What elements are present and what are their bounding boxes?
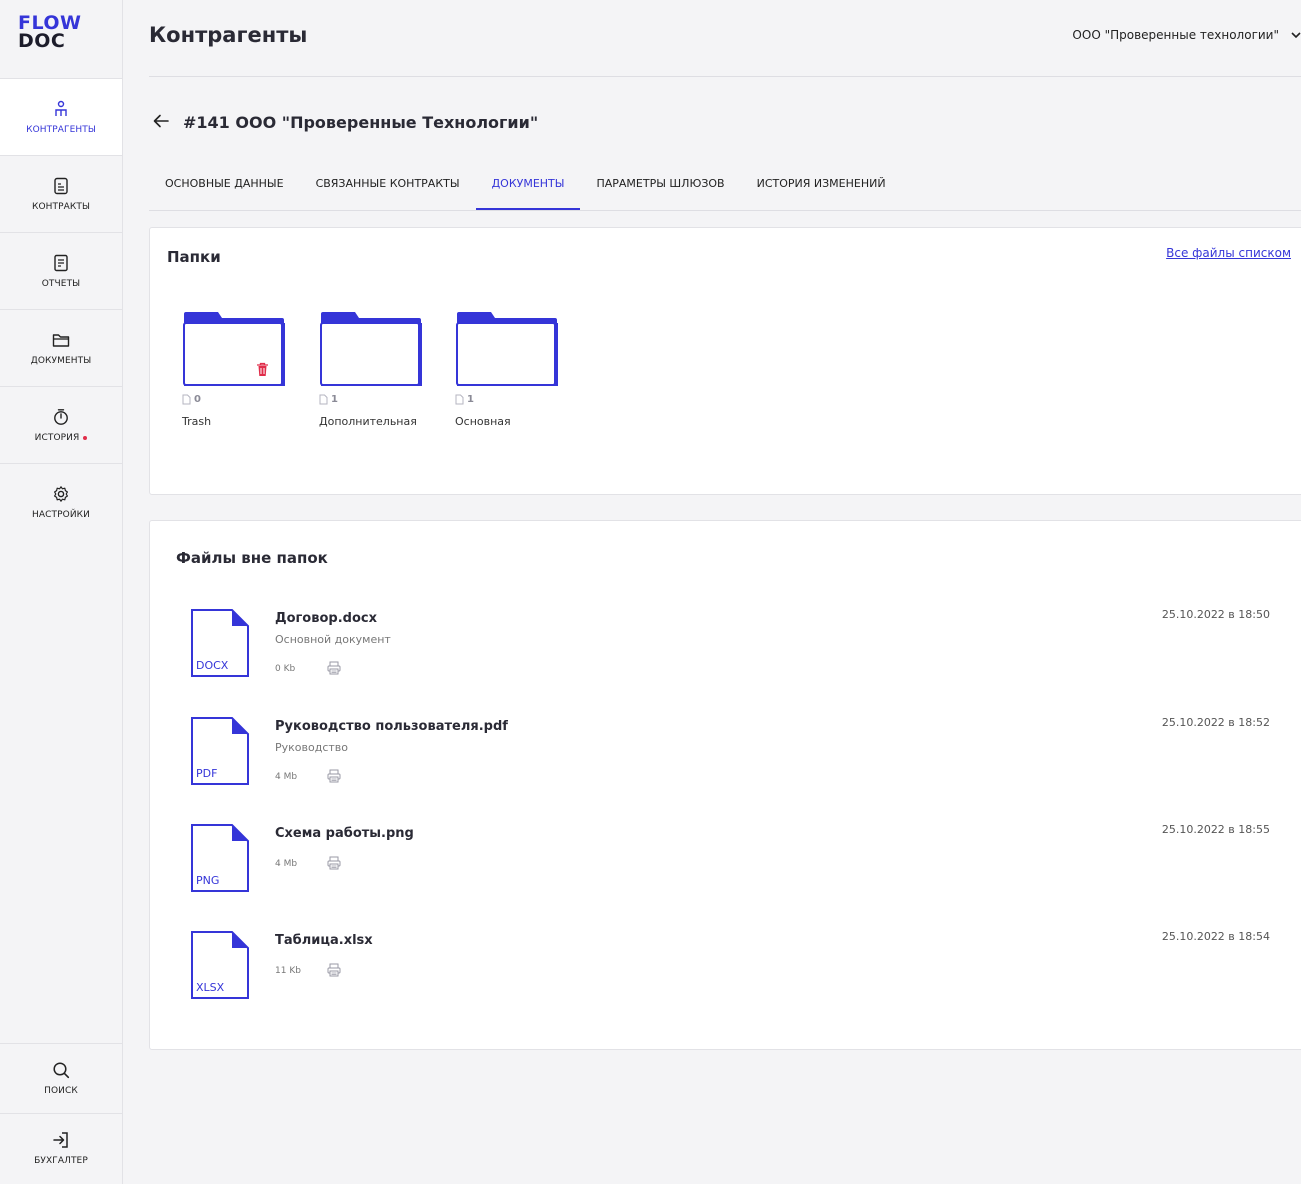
spreadsheet-file-icon: XLSX: [191, 931, 249, 999]
organization-select[interactable]: ООО "Проверенные технологии": [1072, 28, 1301, 42]
tab-change-history[interactable]: ИСТОРИЯ ИЗМЕНЕНИЙ: [741, 166, 902, 210]
file-icon: [319, 394, 328, 405]
file-row[interactable]: PDF Руководство пользователя.pdf Руковод…: [190, 716, 1270, 796]
folder-icon: [319, 310, 423, 388]
header-divider: [149, 76, 1301, 77]
sidebar-nav: КОНТРАГЕНТЫ КОНТРАКТЫ ОТЧЕТЫ ДОКУМЕНТЫ И…: [0, 78, 122, 540]
search-icon: [52, 1061, 70, 1079]
contract-icon: [52, 177, 70, 195]
folder-additional[interactable]: 1 Дополнительная: [319, 310, 429, 428]
file-date: 25.10.2022 в 18:52: [1161, 716, 1270, 729]
tab-main-data[interactable]: ОСНОВНЫЕ ДАННЫЕ: [149, 166, 300, 210]
folder-name: Дополнительная: [319, 415, 417, 428]
file-size: 4 Mb: [275, 859, 298, 869]
svg-text:PDF: PDF: [196, 767, 217, 780]
file-date: 25.10.2022 в 18:55: [1161, 823, 1270, 836]
sidebar: FLOW DOC КОНТРАГЕНТЫ КОНТРАКТЫ ОТЧЕТЫ ДО…: [0, 0, 123, 1184]
tabs: ОСНОВНЫЕ ДАННЫЕ СВЯЗАННЫЕ КОНТРАКТЫ ДОКУ…: [149, 166, 1301, 211]
sidebar-item-contracts[interactable]: КОНТРАКТЫ: [0, 155, 122, 232]
people-icon: [52, 100, 70, 118]
printer-icon[interactable]: [327, 768, 341, 783]
delete-icon[interactable]: [256, 362, 269, 381]
stopwatch-icon: [52, 408, 70, 426]
file-name: Договор.docx: [275, 611, 377, 626]
file-date: 25.10.2022 в 18:54: [1161, 930, 1270, 943]
folder-name: Основная: [455, 415, 511, 428]
file-size: 0 Kb: [275, 664, 296, 674]
svg-text:XLSX: XLSX: [196, 981, 225, 994]
tab-gateway-params[interactable]: ПАРАМЕТРЫ ШЛЮЗОВ: [580, 166, 740, 210]
folder-name: Trash: [182, 415, 212, 428]
folder-file-count: 1: [455, 394, 565, 405]
file-icon: [455, 394, 464, 405]
folder-file-count: 1: [319, 394, 429, 405]
folders-panel: Папки Все файлы списком 0 Trash 1 Дополн…: [149, 227, 1301, 495]
all-files-link[interactable]: Все файлы списком: [1166, 246, 1291, 260]
file-row[interactable]: XLSX Таблица.xlsx 11 Kb 25.10.2022 в 18:…: [190, 930, 1270, 1010]
folder-file-count: 0: [182, 394, 292, 405]
file-description: Основной документ: [275, 633, 391, 646]
folder-icon: [52, 331, 70, 349]
file-icon: [182, 394, 191, 405]
login-icon: [52, 1131, 70, 1149]
sidebar-bottom: ПОИСК БУХГАЛТЕР: [0, 1043, 122, 1183]
sidebar-item-reports[interactable]: ОТЧЕТЫ: [0, 232, 122, 309]
svg-text:PNG: PNG: [196, 874, 219, 887]
svg-text:DOCX: DOCX: [196, 659, 229, 672]
sidebar-item-settings[interactable]: НАСТРОЙКИ: [0, 463, 122, 540]
back-arrow-icon[interactable]: [153, 112, 169, 133]
folder-icon: [455, 310, 559, 388]
file-size: 4 Mb: [275, 772, 298, 782]
entity-header: #141 ООО "Проверенные Технологии": [153, 112, 538, 133]
file-name: Руководство пользователя.pdf: [275, 719, 508, 734]
file-name: Таблица.xlsx: [275, 933, 373, 948]
document-icon: DOCX: [191, 609, 249, 677]
document-icon: PDF: [191, 717, 249, 785]
gear-icon: [52, 485, 70, 503]
sidebar-item-documents[interactable]: ДОКУМЕНТЫ: [0, 309, 122, 386]
folder-main[interactable]: 1 Основная: [455, 310, 565, 428]
file-row[interactable]: PNG Схема работы.png 4 Mb 25.10.2022 в 1…: [190, 823, 1270, 903]
sidebar-item-user[interactable]: БУХГАЛТЕР: [0, 1113, 122, 1183]
organization-name: ООО "Проверенные технологии": [1072, 28, 1279, 42]
entity-title: #141 ООО "Проверенные Технологии": [183, 113, 539, 132]
file-name: Схема работы.png: [275, 826, 414, 841]
page-title: Контрагенты: [149, 23, 308, 47]
logo[interactable]: FLOW DOC: [18, 14, 82, 51]
file-date: 25.10.2022 в 18:50: [1161, 608, 1270, 621]
file-description: Руководство: [275, 741, 349, 754]
files-panel: Файлы вне папок DOCX Договор.docx Основн…: [149, 520, 1301, 1050]
report-icon: [52, 254, 70, 272]
chevron-down-icon: [1291, 28, 1301, 42]
printer-icon[interactable]: [327, 962, 341, 977]
printer-icon[interactable]: [327, 660, 341, 675]
folder-icon: [182, 310, 286, 388]
tab-documents[interactable]: ДОКУМЕНТЫ: [475, 166, 581, 210]
header: Контрагенты ООО "Проверенные технологии": [123, 0, 1301, 76]
tab-related-contracts[interactable]: СВЯЗАННЫЕ КОНТРАКТЫ: [300, 166, 476, 210]
image-file-icon: PNG: [191, 824, 249, 892]
file-size: 11 Kb: [275, 966, 301, 976]
file-row[interactable]: DOCX Договор.docx Основной документ 0 Kb…: [190, 608, 1270, 688]
sidebar-item-search[interactable]: ПОИСК: [0, 1043, 122, 1113]
notification-dot: [83, 435, 88, 440]
folders-title: Папки: [167, 248, 221, 266]
folder-trash[interactable]: 0 Trash: [182, 310, 292, 428]
sidebar-item-contractors[interactable]: КОНТРАГЕНТЫ: [0, 78, 122, 155]
printer-icon[interactable]: [327, 855, 341, 870]
files-title: Файлы вне папок: [176, 549, 328, 567]
sidebar-item-history[interactable]: ИСТОРИЯ: [0, 386, 122, 463]
